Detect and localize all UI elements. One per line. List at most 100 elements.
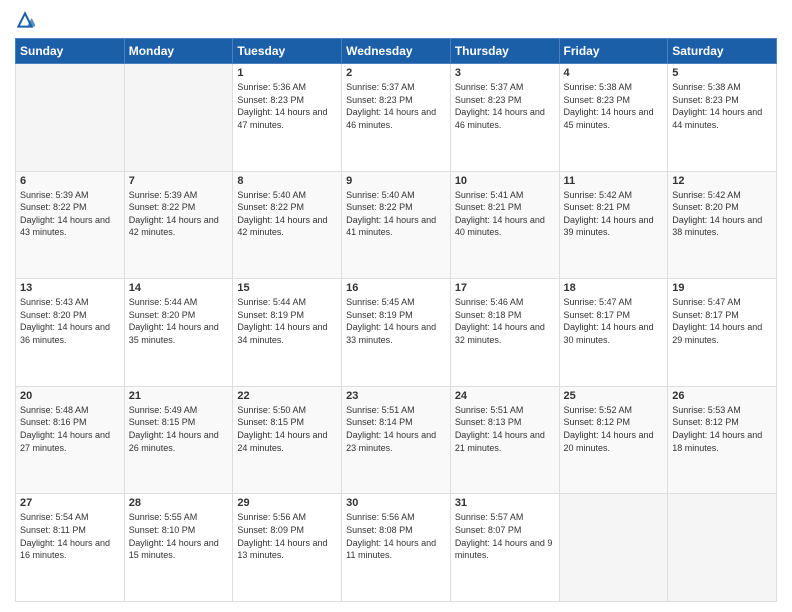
calendar-week-row: 27Sunrise: 5:54 AM Sunset: 8:11 PM Dayli…	[16, 494, 777, 602]
calendar-cell: 16 Sunrise: 5:45 AM Sunset: 8:19 PM Dayli…	[342, 279, 451, 387]
calendar-cell: 9 Sunrise: 5:40 AM Sunset: 8:22 PM Daylig…	[342, 171, 451, 279]
day-number: 30	[346, 497, 446, 509]
calendar-cell: 17 Sunrise: 5:46 AM Sunset: 8:18 PM Dayli…	[450, 279, 559, 387]
day-number: 12	[672, 175, 772, 187]
calendar-cell: 10 Sunrise: 5:41 AM Sunset: 8:21 PM Dayli…	[450, 171, 559, 279]
day-info: Sunrise: 5:47 AM Sunset: 8:17 PM Dayligh…	[564, 296, 664, 346]
day-info: Sunrise: 5:48 AM Sunset: 8:16 PM Dayligh…	[20, 404, 120, 454]
calendar-header-monday: Monday	[124, 39, 233, 64]
day-info: Sunrise: 5:38 AM Sunset: 8:23 PM Dayligh…	[672, 81, 772, 131]
day-number: 17	[455, 282, 555, 294]
day-number: 28	[129, 497, 229, 509]
day-number: 1	[237, 67, 337, 79]
calendar-header-wednesday: Wednesday	[342, 39, 451, 64]
day-number: 8	[237, 175, 337, 187]
calendar-cell: 5 Sunrise: 5:38 AM Sunset: 8:23 PM Daylig…	[668, 64, 777, 172]
header	[15, 10, 777, 30]
calendar-cell: 8 Sunrise: 5:40 AM Sunset: 8:22 PM Daylig…	[233, 171, 342, 279]
calendar-cell: 11 Sunrise: 5:42 AM Sunset: 8:21 PM Dayli…	[559, 171, 668, 279]
day-number: 23	[346, 390, 446, 402]
day-number: 16	[346, 282, 446, 294]
day-info: Sunrise: 5:57 AM Sunset: 8:07 PM Dayligh…	[455, 511, 555, 561]
calendar-week-row: 13 Sunrise: 5:43 AM Sunset: 8:20 PM Dayli…	[16, 279, 777, 387]
calendar-cell: 25Sunrise: 5:52 AM Sunset: 8:12 PM Dayli…	[559, 386, 668, 494]
calendar-cell: 28Sunrise: 5:55 AM Sunset: 8:10 PM Dayli…	[124, 494, 233, 602]
day-info: Sunrise: 5:41 AM Sunset: 8:21 PM Dayligh…	[455, 189, 555, 239]
day-number: 6	[20, 175, 120, 187]
calendar-cell: 20 Sunrise: 5:48 AM Sunset: 8:16 PM Dayli…	[16, 386, 125, 494]
calendar-cell: 4 Sunrise: 5:38 AM Sunset: 8:23 PM Daylig…	[559, 64, 668, 172]
calendar-cell: 29Sunrise: 5:56 AM Sunset: 8:09 PM Dayli…	[233, 494, 342, 602]
day-number: 20	[20, 390, 120, 402]
calendar-header-tuesday: Tuesday	[233, 39, 342, 64]
calendar-cell: 22 Sunrise: 5:50 AM Sunset: 8:15 PM Dayli…	[233, 386, 342, 494]
day-number: 11	[564, 175, 664, 187]
day-number: 26	[672, 390, 772, 402]
calendar-cell: 14 Sunrise: 5:44 AM Sunset: 8:20 PM Dayli…	[124, 279, 233, 387]
day-number: 2	[346, 67, 446, 79]
calendar-cell: 18 Sunrise: 5:47 AM Sunset: 8:17 PM Dayli…	[559, 279, 668, 387]
day-number: 29	[237, 497, 337, 509]
day-number: 7	[129, 175, 229, 187]
calendar-cell: 23 Sunrise: 5:51 AM Sunset: 8:14 PM Dayli…	[342, 386, 451, 494]
calendar-header-sunday: Sunday	[16, 39, 125, 64]
calendar-cell: 7 Sunrise: 5:39 AM Sunset: 8:22 PM Daylig…	[124, 171, 233, 279]
day-number: 21	[129, 390, 229, 402]
calendar-cell: 26 Sunrise: 5:53 AM Sunset: 8:12 PM Dayli…	[668, 386, 777, 494]
day-number: 25	[564, 390, 664, 402]
day-info: Sunrise: 5:49 AM Sunset: 8:15 PM Dayligh…	[129, 404, 229, 454]
day-number: 4	[564, 67, 664, 79]
day-info: Sunrise: 5:50 AM Sunset: 8:15 PM Dayligh…	[237, 404, 337, 454]
day-info: Sunrise: 5:46 AM Sunset: 8:18 PM Dayligh…	[455, 296, 555, 346]
day-number: 10	[455, 175, 555, 187]
day-info: Sunrise: 5:51 AM Sunset: 8:14 PM Dayligh…	[346, 404, 446, 454]
day-info: Sunrise: 5:37 AM Sunset: 8:23 PM Dayligh…	[455, 81, 555, 131]
day-info: Sunrise: 5:56 AM Sunset: 8:08 PM Dayligh…	[346, 511, 446, 561]
calendar-cell: 19 Sunrise: 5:47 AM Sunset: 8:17 PM Dayli…	[668, 279, 777, 387]
day-info: Sunrise: 5:40 AM Sunset: 8:22 PM Dayligh…	[237, 189, 337, 239]
day-info: Sunrise: 5:39 AM Sunset: 8:22 PM Dayligh…	[129, 189, 229, 239]
calendar-cell: 15Sunrise: 5:44 AM Sunset: 8:19 PM Dayli…	[233, 279, 342, 387]
calendar-cell	[16, 64, 125, 172]
calendar-cell: 1 Sunrise: 5:36 AM Sunset: 8:23 PM Daylig…	[233, 64, 342, 172]
calendar-table: SundayMondayTuesdayWednesdayThursdayFrid…	[15, 38, 777, 602]
calendar-header-row: SundayMondayTuesdayWednesdayThursdayFrid…	[16, 39, 777, 64]
calendar-cell	[559, 494, 668, 602]
day-info: Sunrise: 5:42 AM Sunset: 8:21 PM Dayligh…	[564, 189, 664, 239]
day-number: 22	[237, 390, 337, 402]
day-number: 5	[672, 67, 772, 79]
calendar-cell: 3Sunrise: 5:37 AM Sunset: 8:23 PM Daylig…	[450, 64, 559, 172]
day-info: Sunrise: 5:54 AM Sunset: 8:11 PM Dayligh…	[20, 511, 120, 561]
day-number: 31	[455, 497, 555, 509]
day-info: Sunrise: 5:53 AM Sunset: 8:12 PM Dayligh…	[672, 404, 772, 454]
day-number: 13	[20, 282, 120, 294]
day-info: Sunrise: 5:39 AM Sunset: 8:22 PM Dayligh…	[20, 189, 120, 239]
calendar-cell: 27Sunrise: 5:54 AM Sunset: 8:11 PM Dayli…	[16, 494, 125, 602]
calendar-header-friday: Friday	[559, 39, 668, 64]
calendar-cell	[668, 494, 777, 602]
calendar-header-thursday: Thursday	[450, 39, 559, 64]
day-info: Sunrise: 5:36 AM Sunset: 8:23 PM Dayligh…	[237, 81, 337, 131]
calendar-cell: 6 Sunrise: 5:39 AM Sunset: 8:22 PM Daylig…	[16, 171, 125, 279]
calendar-cell: 13 Sunrise: 5:43 AM Sunset: 8:20 PM Dayli…	[16, 279, 125, 387]
day-info: Sunrise: 5:40 AM Sunset: 8:22 PM Dayligh…	[346, 189, 446, 239]
day-number: 14	[129, 282, 229, 294]
day-info: Sunrise: 5:44 AM Sunset: 8:20 PM Dayligh…	[129, 296, 229, 346]
day-number: 15	[237, 282, 337, 294]
day-info: Sunrise: 5:38 AM Sunset: 8:23 PM Dayligh…	[564, 81, 664, 131]
calendar-week-row: 20 Sunrise: 5:48 AM Sunset: 8:16 PM Dayli…	[16, 386, 777, 494]
day-number: 18	[564, 282, 664, 294]
day-number: 9	[346, 175, 446, 187]
calendar-cell: 2 Sunrise: 5:37 AM Sunset: 8:23 PM Daylig…	[342, 64, 451, 172]
day-info: Sunrise: 5:45 AM Sunset: 8:19 PM Dayligh…	[346, 296, 446, 346]
calendar-cell: 31 Sunrise: 5:57 AM Sunset: 8:07 PM Dayli…	[450, 494, 559, 602]
calendar-cell	[124, 64, 233, 172]
day-info: Sunrise: 5:43 AM Sunset: 8:20 PM Dayligh…	[20, 296, 120, 346]
day-number: 19	[672, 282, 772, 294]
day-info: Sunrise: 5:37 AM Sunset: 8:23 PM Dayligh…	[346, 81, 446, 131]
calendar-cell: 24Sunrise: 5:51 AM Sunset: 8:13 PM Dayli…	[450, 386, 559, 494]
calendar-cell: 12Sunrise: 5:42 AM Sunset: 8:20 PM Dayli…	[668, 171, 777, 279]
day-number: 24	[455, 390, 555, 402]
day-info: Sunrise: 5:47 AM Sunset: 8:17 PM Dayligh…	[672, 296, 772, 346]
logo-icon	[15, 10, 35, 30]
